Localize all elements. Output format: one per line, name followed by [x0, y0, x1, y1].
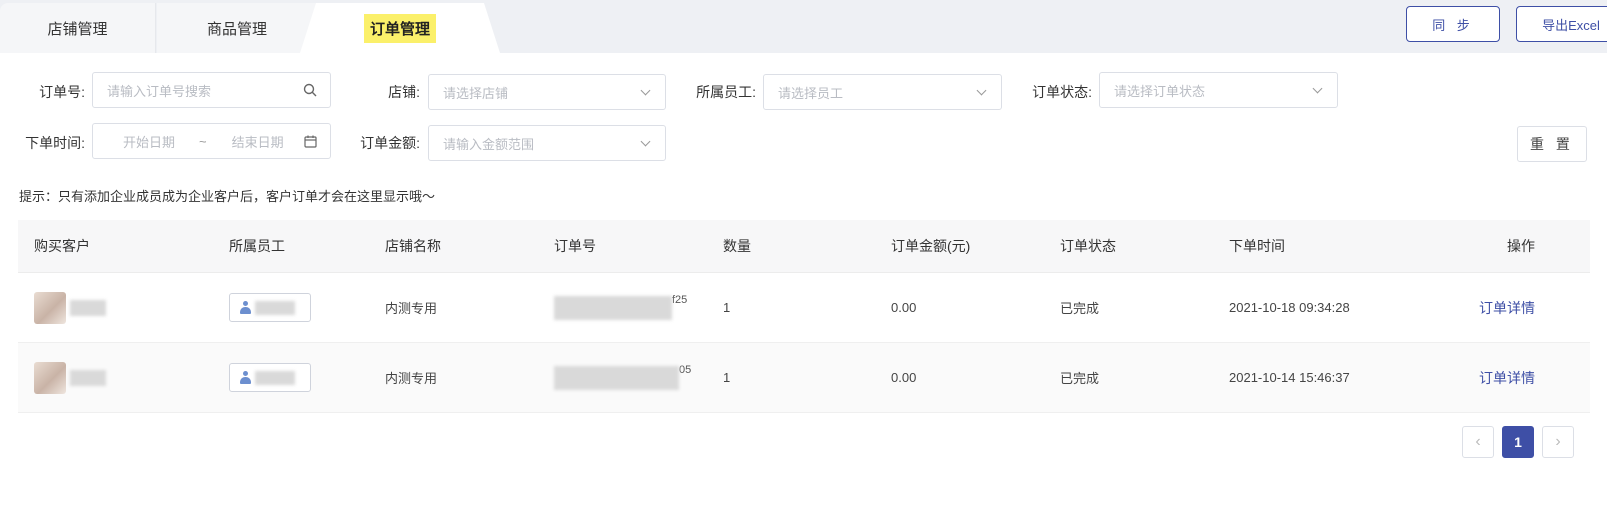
- order-no-input[interactable]: 请输入订单号搜索: [92, 72, 331, 108]
- order-no-cell: 05: [554, 343, 691, 412]
- column-header: 所属员工: [229, 238, 285, 254]
- amount: 0.00: [891, 370, 917, 385]
- order-no-redacted: [554, 295, 672, 320]
- column-header: 店铺名称: [385, 238, 441, 254]
- order-time-label: 下单时间:: [25, 135, 85, 151]
- export-excel-button[interactable]: 导出Excel: [1516, 6, 1607, 42]
- tab-label: 店铺管理: [47, 20, 108, 38]
- column-header: 购买客户: [34, 238, 90, 254]
- status-text: 已完成: [1060, 371, 1100, 386]
- staff-label: 所属员工:: [696, 84, 756, 100]
- range-separator: ~: [199, 133, 207, 149]
- calendar-icon[interactable]: [302, 133, 318, 149]
- order-time: 2021-10-18 09:34:28: [1229, 300, 1350, 315]
- tab-label: 订单管理: [363, 13, 436, 43]
- amount: 0.00: [891, 300, 917, 315]
- column-header: 下单时间: [1229, 238, 1285, 254]
- status-placeholder: 请选择订单状态: [1114, 83, 1206, 99]
- table-header: 购买客户 所属员工 店铺名称 订单号 数量 订单金额(元) 订单状态 下单时间 …: [18, 220, 1590, 273]
- order-no-placeholder: 请输入订单号搜索: [107, 83, 212, 99]
- order-detail-link[interactable]: 订单详情: [1478, 343, 1535, 412]
- order-no-label: 订单号:: [39, 84, 85, 100]
- next-page-button[interactable]: ›: [1542, 426, 1574, 458]
- staff-cell: [229, 343, 311, 412]
- store-select[interactable]: 请选择店铺: [428, 74, 666, 110]
- chevron-down-icon: [973, 84, 989, 100]
- tab-goods-management[interactable]: 商品管理: [157, 3, 317, 53]
- staff-select[interactable]: 请选择员工: [763, 74, 1002, 110]
- amount-placeholder: 请输入金额范围: [443, 136, 535, 152]
- avatar: [34, 291, 66, 324]
- order-no-suffix: f25: [672, 293, 688, 306]
- tab-label: 商品管理: [206, 20, 267, 38]
- customer-name-redacted: [70, 299, 106, 316]
- staff-name-redacted: [255, 370, 295, 385]
- quantity: 1: [723, 300, 731, 315]
- chevron-down-icon: [637, 84, 653, 100]
- staff-chip[interactable]: [229, 363, 311, 392]
- customer-cell: [34, 343, 106, 412]
- amount-label: 订单金额:: [360, 135, 420, 151]
- search-icon[interactable]: [302, 82, 318, 98]
- table-row: 内测专用 05 1 0.00 已完成 2021-10-14 15:46:37 订…: [18, 343, 1590, 413]
- orders-table: 购买客户 所属员工 店铺名称 订单号 数量 订单金额(元) 订单状态 下单时间 …: [18, 220, 1590, 413]
- column-header: 订单状态: [1060, 238, 1116, 254]
- amount-select[interactable]: 请输入金额范围: [428, 125, 666, 161]
- tab-store-management[interactable]: 店铺管理: [0, 3, 156, 53]
- quantity: 1: [723, 370, 731, 385]
- column-header: 操作: [1507, 238, 1535, 254]
- person-icon: [240, 371, 251, 384]
- hint-text: 提示：只有添加企业成员成为企业客户后，客户订单才会在这里显示哦～: [19, 189, 436, 204]
- customer-cell: [34, 273, 106, 342]
- page-number-current[interactable]: 1: [1502, 426, 1534, 458]
- order-no-suffix: 05: [679, 363, 692, 376]
- reset-button[interactable]: 重 置: [1517, 126, 1587, 162]
- person-icon: [240, 301, 251, 314]
- order-time-range[interactable]: 开始日期 ~ 结束日期: [92, 123, 331, 159]
- chevron-down-icon: [637, 135, 653, 151]
- status-label: 订单状态:: [1032, 84, 1092, 100]
- order-no-redacted: [554, 365, 679, 390]
- store-label: 店铺:: [388, 84, 420, 100]
- prev-page-button[interactable]: ‹: [1462, 426, 1494, 458]
- top-tab-bar: 店铺管理 商品管理 订单管理 同 步 导出Excel: [0, 0, 1607, 53]
- status-select[interactable]: 请选择订单状态: [1099, 72, 1338, 108]
- sync-button[interactable]: 同 步: [1406, 6, 1500, 42]
- order-no-cell: f25: [554, 273, 687, 342]
- staff-placeholder: 请选择员工: [778, 85, 844, 101]
- tab-order-management[interactable]: 订单管理: [300, 3, 500, 53]
- store-name: 内测专用: [385, 371, 438, 386]
- start-date-placeholder[interactable]: 开始日期: [123, 132, 175, 151]
- staff-name-redacted: [255, 300, 295, 315]
- order-time: 2021-10-14 15:46:37: [1229, 370, 1350, 385]
- chevron-down-icon: [1309, 82, 1325, 98]
- staff-cell: [229, 273, 311, 342]
- column-header: 订单金额(元): [891, 238, 971, 254]
- staff-chip[interactable]: [229, 293, 311, 322]
- column-header: 数量: [723, 238, 751, 254]
- status-text: 已完成: [1060, 301, 1100, 316]
- customer-name-redacted: [70, 369, 106, 386]
- store-name: 内测专用: [385, 301, 438, 316]
- order-detail-link[interactable]: 订单详情: [1478, 273, 1535, 342]
- table-row: 内测专用 f25 1 0.00 已完成 2021-10-18 09:34:28 …: [18, 273, 1590, 343]
- store-placeholder: 请选择店铺: [443, 85, 509, 101]
- end-date-placeholder[interactable]: 结束日期: [232, 132, 284, 151]
- column-header: 订单号: [554, 238, 596, 254]
- avatar: [34, 361, 66, 394]
